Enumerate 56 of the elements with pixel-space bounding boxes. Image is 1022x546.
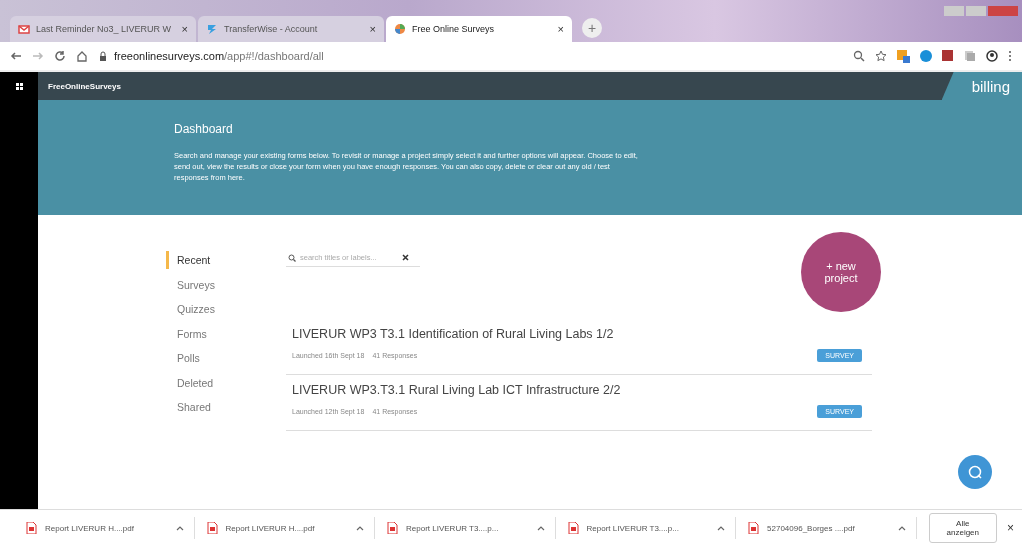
sidebar-item[interactable]: Shared	[166, 398, 286, 416]
profile-icon[interactable]	[986, 50, 998, 62]
caret-icon[interactable]	[356, 525, 365, 531]
address-bar[interactable]: freeonlinesurveys.com/app#!/dashboard/all	[114, 50, 324, 62]
bolt-icon	[206, 23, 218, 35]
caret-icon[interactable]	[717, 525, 726, 531]
extension-icon[interactable]	[920, 50, 932, 62]
browser-tab[interactable]: Free Online Surveys ×	[386, 16, 572, 42]
sidebar-item[interactable]: Polls	[166, 349, 286, 367]
close-icon[interactable]: ×	[1007, 521, 1014, 535]
project-title[interactable]: LIVERUR WP3 T3.1 Identification of Rural Living Labs 1/2	[292, 327, 866, 341]
caret-icon[interactable]	[536, 525, 545, 531]
close-icon[interactable]: ×	[369, 23, 376, 35]
show-all-button[interactable]: Alle anzeigen	[928, 513, 997, 543]
caret-icon[interactable]	[897, 525, 906, 531]
pdf-file-icon	[387, 522, 399, 534]
pdf-file-icon	[748, 522, 760, 534]
back-icon[interactable]	[10, 50, 22, 62]
download-item[interactable]: Report LIVERUR T3....p...	[406, 523, 529, 533]
sidebar-item[interactable]: Surveys	[166, 275, 286, 294]
new-project-button[interactable]: + new project	[801, 232, 881, 312]
search-icon	[288, 253, 296, 262]
menu-icon[interactable]	[1008, 50, 1012, 62]
sidebar-item[interactable]: Recent	[166, 251, 286, 269]
reload-icon[interactable]	[54, 50, 66, 62]
grid-icon[interactable]	[15, 82, 23, 90]
sidebar-item[interactable]: Forms	[166, 324, 286, 343]
extension-icon[interactable]	[942, 50, 954, 62]
sidebar-item[interactable]: Deleted	[166, 373, 286, 392]
caret-icon[interactable]	[175, 525, 184, 531]
home-icon[interactable]	[76, 50, 88, 62]
close-icon[interactable]: ×	[557, 23, 564, 35]
download-item[interactable]: Report LIVERUR H....pdf	[225, 523, 349, 533]
search-icon[interactable]	[853, 50, 865, 62]
pdf-file-icon	[206, 522, 218, 534]
star-icon[interactable]	[875, 50, 887, 62]
clear-icon[interactable]	[402, 254, 409, 261]
chat-button[interactable]	[958, 455, 992, 489]
sidebar-item[interactable]: Quizzes	[166, 300, 286, 318]
browser-tab[interactable]: Last Reminder No3_ LIVERUR W ×	[10, 16, 196, 42]
pdf-file-icon	[567, 522, 579, 534]
pdf-file-icon	[26, 522, 37, 534]
lock-icon	[98, 50, 108, 62]
colorful-ball-icon	[394, 23, 406, 35]
download-item[interactable]: Report LIVERUR T3....p...	[586, 523, 710, 533]
extension-icon[interactable]	[897, 49, 910, 63]
new-tab-button[interactable]: +	[582, 18, 602, 38]
download-item[interactable]: Report LIVERUR H....pdf	[45, 523, 168, 533]
project-title[interactable]: LIVERUR WP3.T3.1 Rural Living Lab ICT Infrastructure 2/2	[292, 383, 866, 397]
browser-tab[interactable]: TransferWise - Account ×	[198, 16, 384, 42]
billing-link[interactable]: billing	[941, 72, 1022, 100]
close-icon[interactable]: ×	[181, 23, 188, 35]
mail-icon	[18, 23, 30, 35]
site-logo[interactable]: FreeOnlineSurveys	[48, 81, 942, 91]
download-item[interactable]: 52704096_Borges ....pdf	[767, 523, 890, 533]
banner-title: Dashboard	[174, 122, 234, 136]
